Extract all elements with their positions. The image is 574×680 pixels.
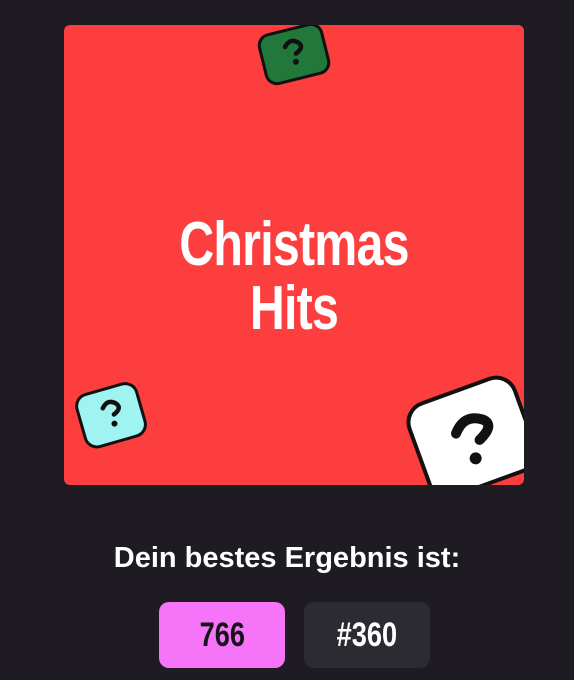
rank-value: #360 — [336, 615, 398, 654]
cover-title-line1: Christmas — [179, 210, 409, 279]
green-question-card-icon — [254, 25, 334, 87]
white-question-card-icon — [400, 367, 524, 485]
score-value: 766 — [199, 615, 245, 654]
score-badge: 766 — [159, 602, 285, 668]
game-result-screen: Christmas Hits Dein bestes Ergebnis ist:… — [0, 0, 574, 680]
cyan-question-card-icon — [72, 379, 152, 451]
playlist-cover[interactable]: Christmas Hits — [64, 25, 524, 485]
cover-title-line2: Hits — [249, 274, 339, 343]
rank-badge: #360 — [304, 602, 430, 668]
best-result-label: Dein bestes Ergebnis ist: — [113, 542, 461, 574]
